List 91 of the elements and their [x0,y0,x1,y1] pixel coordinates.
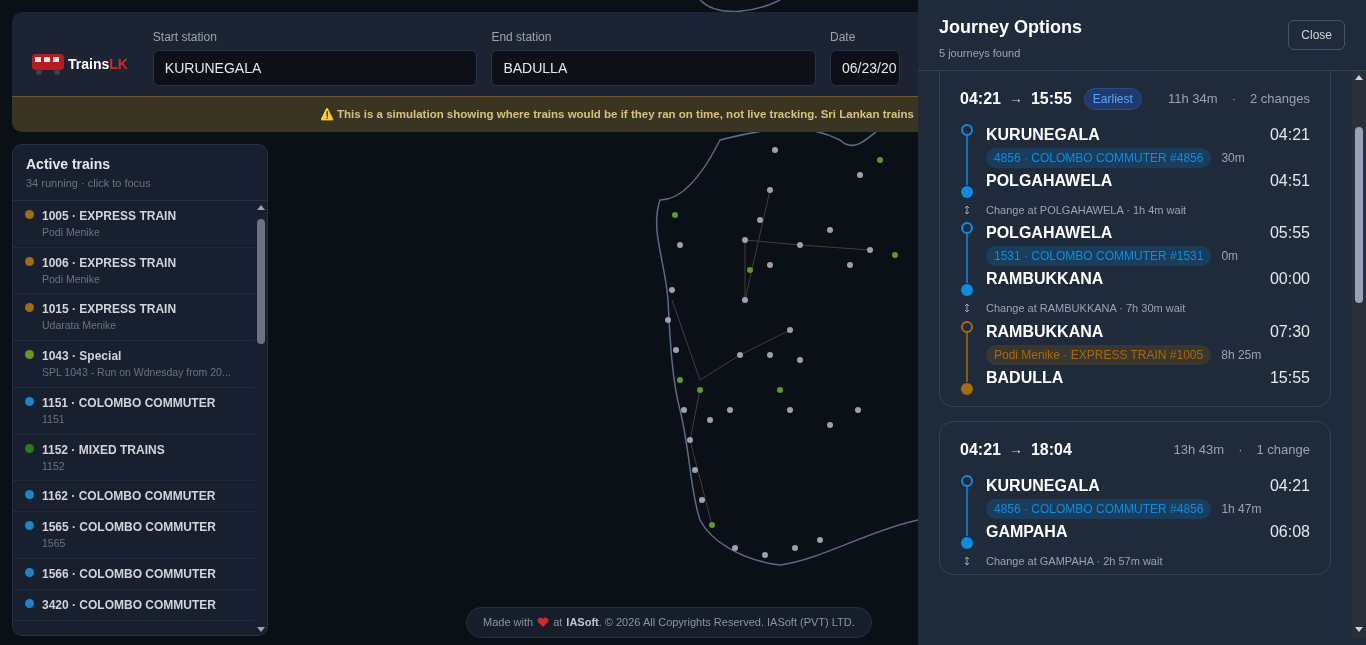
station-name: RAMBUKKANA [986,321,1104,342]
station-input[interactable]: 06/23/20 [830,50,900,86]
departure-time: 04:21 [960,439,1001,460]
logo-wordmark: TrainsLK [68,54,128,74]
field-label: Date [830,29,857,46]
arrival-time: 15:55 [1269,367,1310,388]
train-title: 1005 · EXPRESS TRAIN [42,207,177,225]
train-list-item[interactable]: 3420 · COLOMBO COMMUTER [13,590,255,621]
journey-card[interactable] [939,70,1331,407]
change-note: Change at RAMBUKKANA · 7h 30m wait [986,301,1186,316]
ride-duration: 1h 47m [1221,500,1262,518]
train-title: 3420 · COLOMBO COMMUTER [42,597,216,614]
train-title: 1006 · EXPRESS TRAIN [42,254,177,272]
train-list-item[interactable]: 1565 · COLOMBO COMMUTER 1565 [13,512,255,559]
route-line-icon [960,319,974,396]
train-tag: 4856 · COLOMBO COMMUTER #4856 [986,147,1212,168]
field-label: End station [491,29,553,46]
station-name: KURUNEGALA [986,124,1100,145]
train-tag: 4856 · COLOMBO COMMUTER #4856 [986,498,1212,519]
journey-duration: 11h 34m [1168,89,1218,108]
journey-card[interactable]: 04:21 → 18:04 13h 43m · 1 change KURUNEGALA 04:21 4856 · COLOMBO COMMUTER #4856 1h 47m GAMPAHA 06:08 Change at GAMPAHA · 2h 57m wait [939,420,1331,575]
station-input[interactable]: KURUNEGALA [152,50,478,86]
footer-text: . © 2026 All Copyrights Reserved. IASoft (PVT) LTD. [598,615,855,630]
station-name: GAMPAHA [986,521,1068,542]
earliest-badge: Earliest [1083,87,1142,110]
field-label: Start station [152,29,218,46]
departure-time: 04:21 [1269,124,1310,145]
arrival-time: 18:04 [1030,439,1072,460]
train-title: 1152 · MIXED TRAINS [42,441,165,459]
arrival-time: 04:51 [1269,170,1310,191]
change-note: Change at POLGAHAWELA · 1h 4m wait [986,202,1187,218]
station-name: BADULLA [986,367,1064,388]
route-line-icon [960,122,974,199]
train-list-item[interactable]: 1005 · EXPRESS TRAIN Podi Menike [13,200,255,248]
separator-dot: · [1231,89,1236,108]
close-button[interactable]: Close [1288,20,1345,50]
departure-time: 07:30 [1269,321,1310,342]
panel-subtitle: 34 running · click to focus [26,176,152,192]
change-note: Change at GAMPAHA · 2h 57m wait [986,553,1163,569]
train-detail: Udarata Menike [42,318,118,334]
train-title: 1151 · COLOMBO COMMUTER [42,394,216,412]
train-detail: Podi Menike [42,271,101,287]
panel-title: Journey Options [939,16,1082,39]
train-list-item[interactable]: 1566 · COLOMBO COMMUTER [13,559,255,590]
train-tag: 1531 · COLOMBO COMMUTER #1531 [986,246,1212,266]
arrival-time: 15:55 [1030,88,1072,109]
train-list-item[interactable]: 1162 · COLOMBO COMMUTER [13,481,255,513]
train-list-item[interactable]: 1151 · COLOMBO COMMUTER 1151 [13,387,255,435]
train-title: 1566 · COLOMBO COMMUTER [42,566,216,583]
arrival-time: 00:00 [1269,269,1310,289]
train-detail: 1152 [42,458,66,474]
train-detail: 1565 [42,536,67,552]
train-tag: Podi Menike · EXPRESS TRAIN #1005 [986,344,1212,365]
heart-icon [537,616,550,628]
panel-title: Active trains [26,155,112,175]
change-count: 1 change [1256,440,1310,459]
footer-brand: IASoft [566,615,599,630]
arrow-glyph: → [1008,89,1023,108]
station-name: POLGAHAWELA [986,223,1113,243]
footer-text: Made with [483,615,534,630]
station-name: RAMBUKKANA [986,269,1104,289]
train-title: 1565 · COLOMBO COMMUTER [42,519,216,537]
arrow-glyph: → [1008,440,1023,459]
train-list-item[interactable]: 1152 · MIXED TRAINS 1152 [13,434,255,482]
ride-duration: 0m [1221,248,1239,265]
route-line-icon [960,221,974,297]
train-title: 1043 · Special [42,348,123,365]
ride-duration: 8h 25m [1221,346,1262,364]
route-line-icon [960,473,974,550]
station-input[interactable]: BADULLA [491,50,816,86]
departure-time: 04:21 [960,88,1001,109]
train-list-item[interactable]: 1006 · EXPRESS TRAIN Podi Menike [13,247,255,295]
journey-duration: 13h 43m [1173,440,1225,459]
train-list-item[interactable]: 1043 · Special SPL 1043 - Run on Wdnesday from 20... [13,341,255,388]
change-count: 2 changes [1250,89,1310,108]
separator-dot: · [1238,440,1243,459]
simulation-notice: ⚠ This is a simulation showing where trains would be if they ran on time, not live tracking. Sri Lankan trains [319,107,914,123]
train-detail: SPL 1043 - Run on Wdnesday from 20... [42,365,231,380]
train-title: 1162 · COLOMBO COMMUTER [42,488,216,506]
train-detail: Podi Menike [42,224,101,240]
panel-subtitle: 5 journeys found [939,46,1022,61]
train-detail: 1151 [42,411,66,427]
ride-duration: 30m [1221,149,1245,167]
station-name: POLGAHAWELA [986,170,1113,191]
arrival-time: 06:08 [1269,521,1310,542]
station-name: KURUNEGALA [986,475,1100,496]
train-list-item[interactable]: 1015 · EXPRESS TRAIN Udarata Menike [13,294,255,341]
departure-time: 04:21 [1269,475,1310,496]
departure-time: 05:55 [1269,223,1310,243]
train-title: 1015 · EXPRESS TRAIN [42,301,177,319]
footer-text: at [553,615,563,630]
